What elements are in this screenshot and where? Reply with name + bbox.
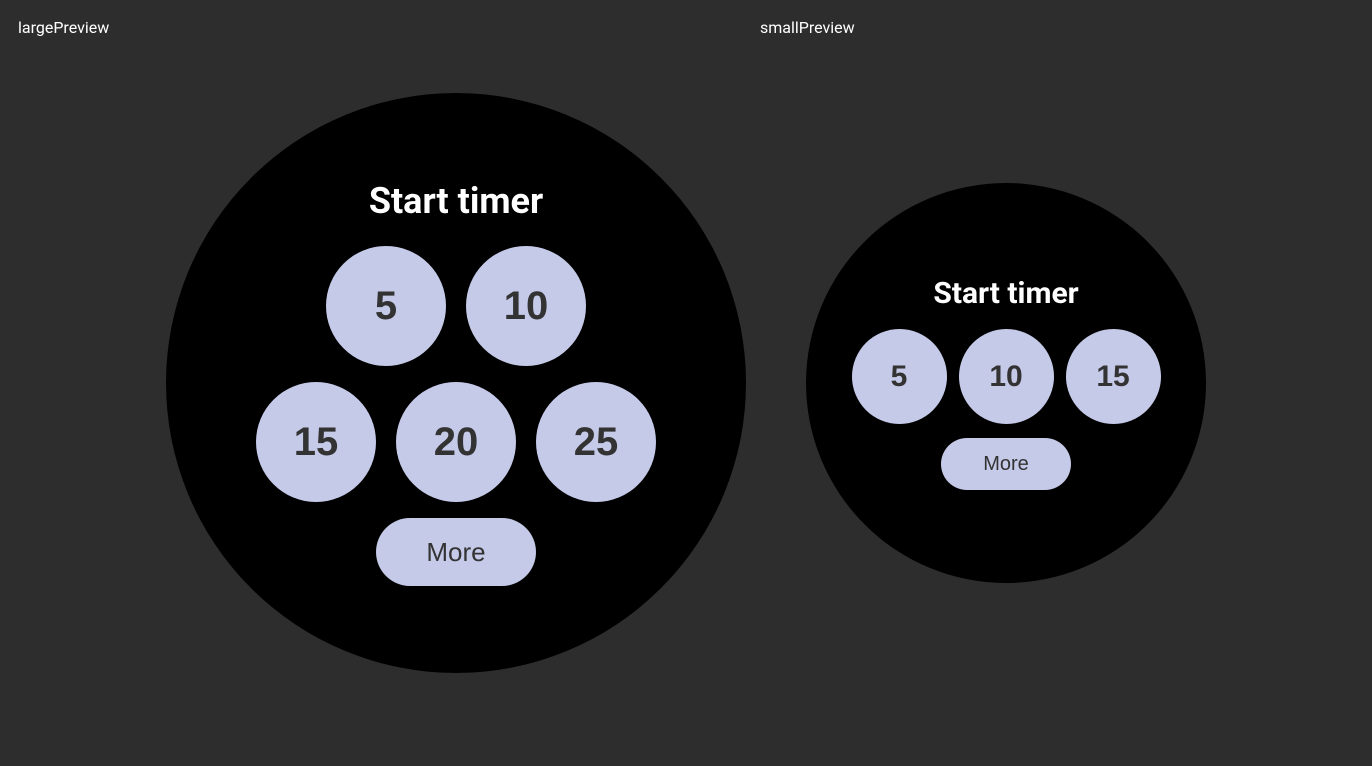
- small-watch-title: Start timer: [933, 276, 1078, 311]
- large-more-row: More: [376, 518, 536, 586]
- large-timer-btn-15[interactable]: 15: [256, 382, 376, 502]
- large-timer-row-1: 5 10: [326, 246, 586, 366]
- small-timer-btn-15[interactable]: 15: [1066, 329, 1161, 424]
- large-timer-btn-10[interactable]: 10: [466, 246, 586, 366]
- small-watch-container: Start timer 5 10 15 More: [806, 183, 1206, 583]
- small-more-button[interactable]: More: [941, 438, 1071, 490]
- large-timer-btn-5[interactable]: 5: [326, 246, 446, 366]
- small-timer-grid: 5 10 15 More: [852, 329, 1161, 490]
- small-timer-row-1: 5 10 15: [852, 329, 1161, 424]
- small-watch-face: Start timer 5 10 15 More: [806, 183, 1206, 583]
- small-timer-btn-10[interactable]: 10: [959, 329, 1054, 424]
- small-more-row: More: [941, 438, 1071, 490]
- large-timer-btn-25[interactable]: 25: [536, 382, 656, 502]
- small-preview-label: smallPreview: [760, 18, 855, 37]
- large-preview-label: largePreview: [18, 18, 109, 37]
- large-watch-title: Start timer: [369, 180, 543, 222]
- large-timer-grid: 5 10 15 20 25 More: [256, 246, 656, 586]
- large-timer-row-2: 15 20 25: [256, 382, 656, 502]
- small-timer-btn-5[interactable]: 5: [852, 329, 947, 424]
- large-timer-btn-20[interactable]: 20: [396, 382, 516, 502]
- large-more-button[interactable]: More: [376, 518, 536, 586]
- large-watch-face: Start timer 5 10 15 20 25 More: [166, 93, 746, 673]
- large-watch-container: Start timer 5 10 15 20 25 More: [166, 93, 746, 673]
